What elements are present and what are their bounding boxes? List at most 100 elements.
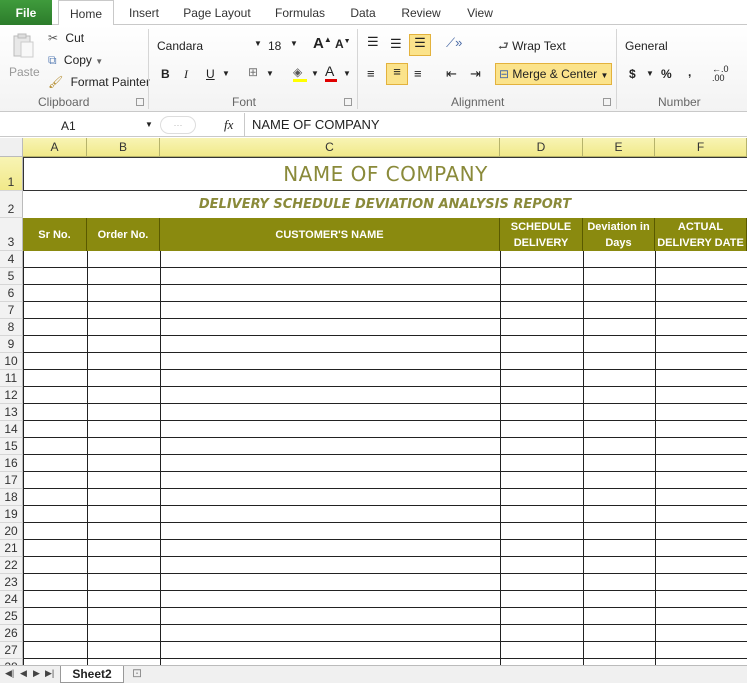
bold-button[interactable]: B	[161, 67, 170, 81]
row-header[interactable]: 3	[0, 218, 23, 251]
dialog-launcher-icon[interactable]	[603, 98, 611, 106]
tab-file[interactable]: File	[0, 0, 52, 25]
report-title-cell[interactable]: DELIVERY SCHEDULE DEVIATION ANALYSIS REP…	[23, 191, 747, 218]
tab-formulas[interactable]: Formulas	[270, 0, 330, 25]
orientation-icon[interactable]: ⟋»	[446, 35, 462, 51]
increase-indent-icon[interactable]: ⇥	[470, 66, 481, 82]
shrink-font-icon[interactable]: A▼	[335, 37, 351, 51]
column-header-f[interactable]: F	[655, 138, 747, 157]
underline-button[interactable]: U	[206, 67, 215, 81]
borders-dropdown-icon[interactable]: ▼	[266, 69, 274, 78]
font-name-dropdown-icon[interactable]: ▼	[254, 39, 262, 48]
column-header-a[interactable]: A	[23, 138, 87, 157]
fill-color-icon[interactable]: ◈	[293, 65, 307, 82]
row-header[interactable]: 25	[0, 608, 23, 625]
row-header[interactable]: 27	[0, 642, 23, 659]
format-painter-button[interactable]: 🖌 Format Painter	[48, 75, 150, 89]
row-header[interactable]: 12	[0, 387, 23, 404]
row-header[interactable]: 19	[0, 506, 23, 523]
first-sheet-icon[interactable]: ◀|	[5, 668, 14, 679]
column-header-c[interactable]: C	[160, 138, 500, 157]
header-order-no[interactable]: Order No.	[87, 218, 160, 251]
font-name-select[interactable]: Candara	[157, 39, 203, 53]
percent-button[interactable]: %	[661, 67, 672, 81]
name-box[interactable]: A1	[22, 115, 154, 135]
row-header[interactable]: 13	[0, 404, 23, 421]
currency-button[interactable]: $	[629, 67, 636, 81]
row-header[interactable]: 11	[0, 370, 23, 387]
comma-button[interactable]: ,	[688, 65, 691, 79]
header-actual-delivery-date[interactable]: ACTUAL DELIVERY DATE	[655, 218, 747, 251]
increase-decimal-icon[interactable]: ←.0.00	[712, 65, 729, 83]
header-schedule-delivery[interactable]: SCHEDULE DELIVERY	[500, 218, 583, 251]
tab-review[interactable]: Review	[398, 0, 444, 25]
row-header[interactable]: 4	[0, 251, 23, 268]
prev-sheet-icon[interactable]: ◀	[20, 668, 27, 679]
align-top-icon[interactable]: ☰	[367, 34, 379, 50]
align-middle-icon[interactable]: ☰	[390, 36, 402, 52]
row-header[interactable]: 17	[0, 472, 23, 489]
row-header[interactable]: 16	[0, 455, 23, 472]
tab-data[interactable]: Data	[346, 0, 380, 25]
tab-insert[interactable]: Insert	[124, 0, 164, 25]
row-header[interactable]: 2	[0, 191, 23, 218]
dialog-launcher-icon[interactable]	[136, 98, 144, 106]
font-color-icon[interactable]: A	[325, 63, 337, 82]
row-header[interactable]: 20	[0, 523, 23, 540]
row-header[interactable]: 5	[0, 268, 23, 285]
formula-input[interactable]: NAME OF COMPANY	[244, 113, 747, 137]
last-sheet-icon[interactable]: ▶|	[45, 668, 54, 679]
header-deviation-days[interactable]: Deviation in Days	[583, 218, 655, 251]
spreadsheet-grid[interactable]: A B C D E F 1 2 3 NAME OF COMPANY DELIVE…	[0, 138, 747, 665]
row-header[interactable]: 8	[0, 319, 23, 336]
align-left-icon[interactable]: ≡	[367, 66, 375, 81]
font-size-select[interactable]: 18	[268, 39, 281, 53]
row-header[interactable]: 23	[0, 574, 23, 591]
number-format-select[interactable]: General	[625, 39, 668, 53]
align-center-icon[interactable]: ≡	[386, 63, 408, 85]
company-name-cell[interactable]: NAME OF COMPANY	[23, 157, 747, 191]
name-box-dropdown-icon[interactable]: ▼	[145, 120, 153, 129]
tab-view[interactable]: View	[462, 0, 498, 25]
row-header[interactable]: 15	[0, 438, 23, 455]
select-all-button[interactable]	[0, 138, 23, 157]
paste-button[interactable]	[6, 31, 40, 61]
insert-function-button[interactable]: fx	[224, 117, 233, 133]
merge-center-button[interactable]: ⊟ Merge & Center ▼	[495, 63, 612, 85]
row-header[interactable]: 10	[0, 353, 23, 370]
align-bottom-icon[interactable]: ☰	[409, 34, 431, 56]
column-header-d[interactable]: D	[500, 138, 583, 157]
underline-dropdown-icon[interactable]: ▼	[222, 69, 230, 78]
fill-color-dropdown-icon[interactable]: ▼	[311, 69, 319, 78]
tab-home[interactable]: Home	[58, 0, 114, 26]
row-header[interactable]: 7	[0, 302, 23, 319]
row-header[interactable]: 14	[0, 421, 23, 438]
wrap-text-button[interactable]: ⮐ Wrap Text	[498, 37, 566, 58]
column-header-e[interactable]: E	[583, 138, 655, 157]
font-color-dropdown-icon[interactable]: ▼	[343, 69, 351, 78]
row-header[interactable]: 21	[0, 540, 23, 557]
decrease-indent-icon[interactable]: ⇤	[446, 66, 457, 82]
sheet-tab-sheet2[interactable]: Sheet2	[60, 666, 124, 683]
borders-icon[interactable]: ⊞	[248, 65, 258, 79]
header-sr-no[interactable]: Sr No.	[23, 218, 87, 251]
currency-dropdown-icon[interactable]: ▼	[646, 69, 654, 78]
row-header[interactable]: 24	[0, 591, 23, 608]
header-customer-name[interactable]: CUSTOMER'S NAME	[160, 218, 500, 251]
row-header[interactable]: 6	[0, 285, 23, 302]
grow-font-icon[interactable]: A▲	[313, 35, 332, 52]
next-sheet-icon[interactable]: ▶	[33, 668, 40, 679]
align-right-icon[interactable]: ≡	[414, 66, 422, 81]
row-header[interactable]: 18	[0, 489, 23, 506]
row-header[interactable]: 1	[0, 157, 23, 191]
column-header-b[interactable]: B	[87, 138, 160, 157]
font-size-dropdown-icon[interactable]: ▼	[290, 39, 298, 48]
tab-page-layout[interactable]: Page Layout	[180, 0, 254, 25]
row-header[interactable]: 9	[0, 336, 23, 353]
cut-button[interactable]: ✂ Cut	[48, 31, 84, 45]
dialog-launcher-icon[interactable]	[344, 98, 352, 106]
italic-button[interactable]: I	[184, 67, 188, 82]
copy-button[interactable]: ⧉ Copy ▼	[48, 53, 103, 68]
row-header[interactable]: 22	[0, 557, 23, 574]
row-header[interactable]: 26	[0, 625, 23, 642]
